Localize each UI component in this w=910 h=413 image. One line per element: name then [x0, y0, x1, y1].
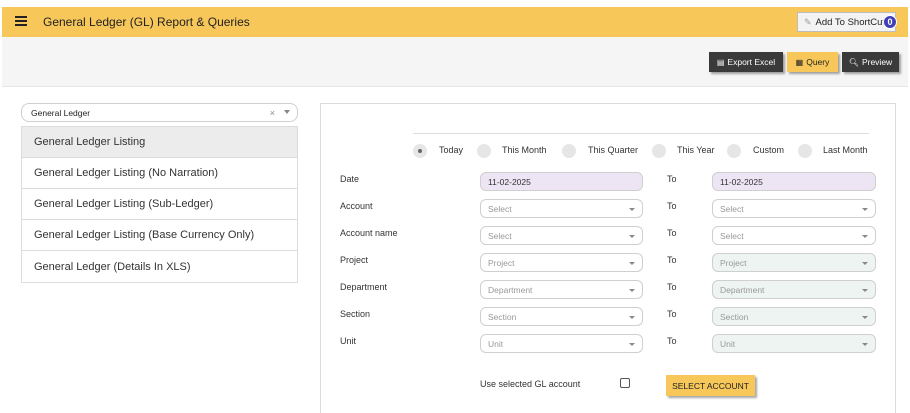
- top-strip: [0, 0, 910, 6]
- account-to-value: Select: [720, 203, 744, 214]
- account-from-select[interactable]: Select: [480, 199, 643, 218]
- project-to-value: Project: [720, 257, 747, 268]
- unit-to-value: Unit: [720, 338, 736, 349]
- list-item[interactable]: General Ledger Listing (Base Currency On…: [22, 220, 297, 251]
- preview-label: Preview: [861, 57, 893, 67]
- chevron-down-icon: [629, 262, 635, 265]
- project-from-select[interactable]: Project: [480, 253, 643, 272]
- pin-icon: ✎: [804, 16, 812, 27]
- section-label: Section: [340, 309, 371, 319]
- department-from-value: Department: [488, 284, 533, 295]
- unit-label: Unit: [340, 336, 357, 346]
- account-name-to-value: Select: [720, 230, 744, 241]
- chevron-down-icon[interactable]: [284, 110, 290, 114]
- report-group-select[interactable]: General Ledger ×: [21, 103, 298, 122]
- radio-label-last-month: Last Month: [823, 145, 868, 155]
- to-label: To: [667, 309, 677, 319]
- page-title: General Ledger (GL) Report & Queries: [43, 15, 250, 29]
- preview-button[interactable]: 🔍︎ Preview: [842, 52, 899, 72]
- to-label: To: [667, 282, 677, 292]
- section-from-value: Section: [488, 311, 517, 322]
- chevron-down-icon: [862, 235, 868, 238]
- section-to-value: Section: [720, 311, 749, 322]
- to-label: To: [667, 255, 677, 265]
- list-item[interactable]: General Ledger Listing (Sub-Ledger): [22, 189, 297, 220]
- date-label: Date: [340, 174, 360, 184]
- action-bar: ▤ Export Excel ▦ Query 🔍︎ Preview: [2, 37, 908, 87]
- list-item[interactable]: General Ledger Listing (No Narration): [22, 158, 297, 189]
- query-form-panel: Today This Month This Quarter This Year …: [320, 103, 896, 413]
- to-label: To: [667, 201, 677, 211]
- chevron-down-icon: [862, 343, 868, 346]
- unit-from-select[interactable]: Unit: [480, 334, 643, 353]
- radio-label-custom: Custom: [753, 145, 785, 155]
- chevron-down-icon: [629, 208, 635, 211]
- query-label: Query: [806, 57, 830, 67]
- chevron-down-icon: [629, 289, 635, 292]
- chevron-down-icon: [629, 343, 635, 346]
- radio-custom[interactable]: [727, 144, 741, 158]
- shortcut-count-badge: 0: [883, 15, 897, 29]
- title-bar: General Ledger (GL) Report & Queries ✎ A…: [2, 7, 908, 37]
- chevron-down-icon: [862, 316, 868, 319]
- project-from-value: Project: [488, 257, 515, 268]
- list-item[interactable]: General Ledger Listing: [22, 127, 297, 158]
- radio-label-this-quarter: This Quarter: [588, 145, 639, 155]
- account-to-select[interactable]: Select: [712, 199, 876, 218]
- section-to-select[interactable]: Section: [712, 307, 876, 326]
- chevron-down-icon: [862, 289, 868, 292]
- use-selected-gl-checkbox[interactable]: [620, 378, 630, 388]
- list-item[interactable]: General Ledger (Details In XLS): [22, 251, 297, 282]
- shortcut-label: Add To ShortCut: [815, 16, 886, 28]
- account-from-value: Select: [488, 203, 512, 214]
- add-to-shortcut-button[interactable]: ✎ Add To ShortCut: [797, 12, 896, 32]
- department-to-value: Department: [720, 284, 765, 295]
- menu-icon[interactable]: [15, 16, 27, 26]
- report-group-value: General Ledger: [31, 107, 91, 118]
- radio-label-today: Today: [439, 145, 464, 155]
- to-label: To: [667, 174, 677, 184]
- file-excel-icon: ▤: [716, 57, 725, 67]
- chevron-down-icon: [862, 208, 868, 211]
- report-selector-panel: General Ledger × General Ledger Listing …: [21, 103, 298, 283]
- use-selected-gl-label: Use selected GL account: [480, 379, 581, 389]
- query-button[interactable]: ▦ Query: [787, 52, 838, 72]
- account-name-from-value: Select: [488, 230, 512, 241]
- chevron-down-icon: [862, 262, 868, 265]
- date-from-input[interactable]: 11-02-2025: [480, 172, 643, 191]
- unit-to-select[interactable]: Unit: [712, 334, 876, 353]
- chevron-down-icon: [629, 235, 635, 238]
- account-label: Account: [340, 201, 373, 211]
- chevron-down-icon: [629, 316, 635, 319]
- radio-label-this-month: This Month: [502, 145, 547, 155]
- date-to-input[interactable]: 11-02-2025: [712, 172, 876, 191]
- export-excel-button[interactable]: ▤ Export Excel: [709, 52, 783, 72]
- radio-label-this-year: This Year: [677, 145, 715, 155]
- clear-icon[interactable]: ×: [270, 108, 275, 118]
- radio-this-quarter[interactable]: [562, 144, 576, 158]
- radio-today[interactable]: [413, 144, 427, 158]
- department-to-select[interactable]: Department: [712, 280, 876, 299]
- select-account-button[interactable]: SELECT ACCOUNT: [666, 375, 755, 396]
- account-name-label: Account name: [340, 228, 398, 238]
- account-name-to-select[interactable]: Select: [712, 226, 876, 245]
- to-label: To: [667, 336, 677, 346]
- radio-this-month[interactable]: [477, 144, 491, 158]
- account-name-from-select[interactable]: Select: [480, 226, 643, 245]
- to-label: To: [667, 228, 677, 238]
- department-label: Department: [340, 282, 388, 292]
- report-list: General Ledger Listing General Ledger Li…: [21, 126, 298, 283]
- divider: [413, 133, 869, 134]
- section-from-select[interactable]: Section: [480, 307, 643, 326]
- search-icon: 🔍︎: [848, 57, 859, 67]
- department-from-select[interactable]: Department: [480, 280, 643, 299]
- project-label: Project: [340, 255, 369, 265]
- table-icon: ▦: [795, 57, 804, 67]
- period-radio-group: Today This Month This Quarter This Year …: [413, 144, 883, 158]
- export-excel-label: Export Excel: [727, 57, 776, 67]
- unit-from-value: Unit: [488, 338, 504, 349]
- radio-last-month[interactable]: [798, 144, 812, 158]
- project-to-select[interactable]: Project: [712, 253, 876, 272]
- radio-this-year[interactable]: [652, 144, 666, 158]
